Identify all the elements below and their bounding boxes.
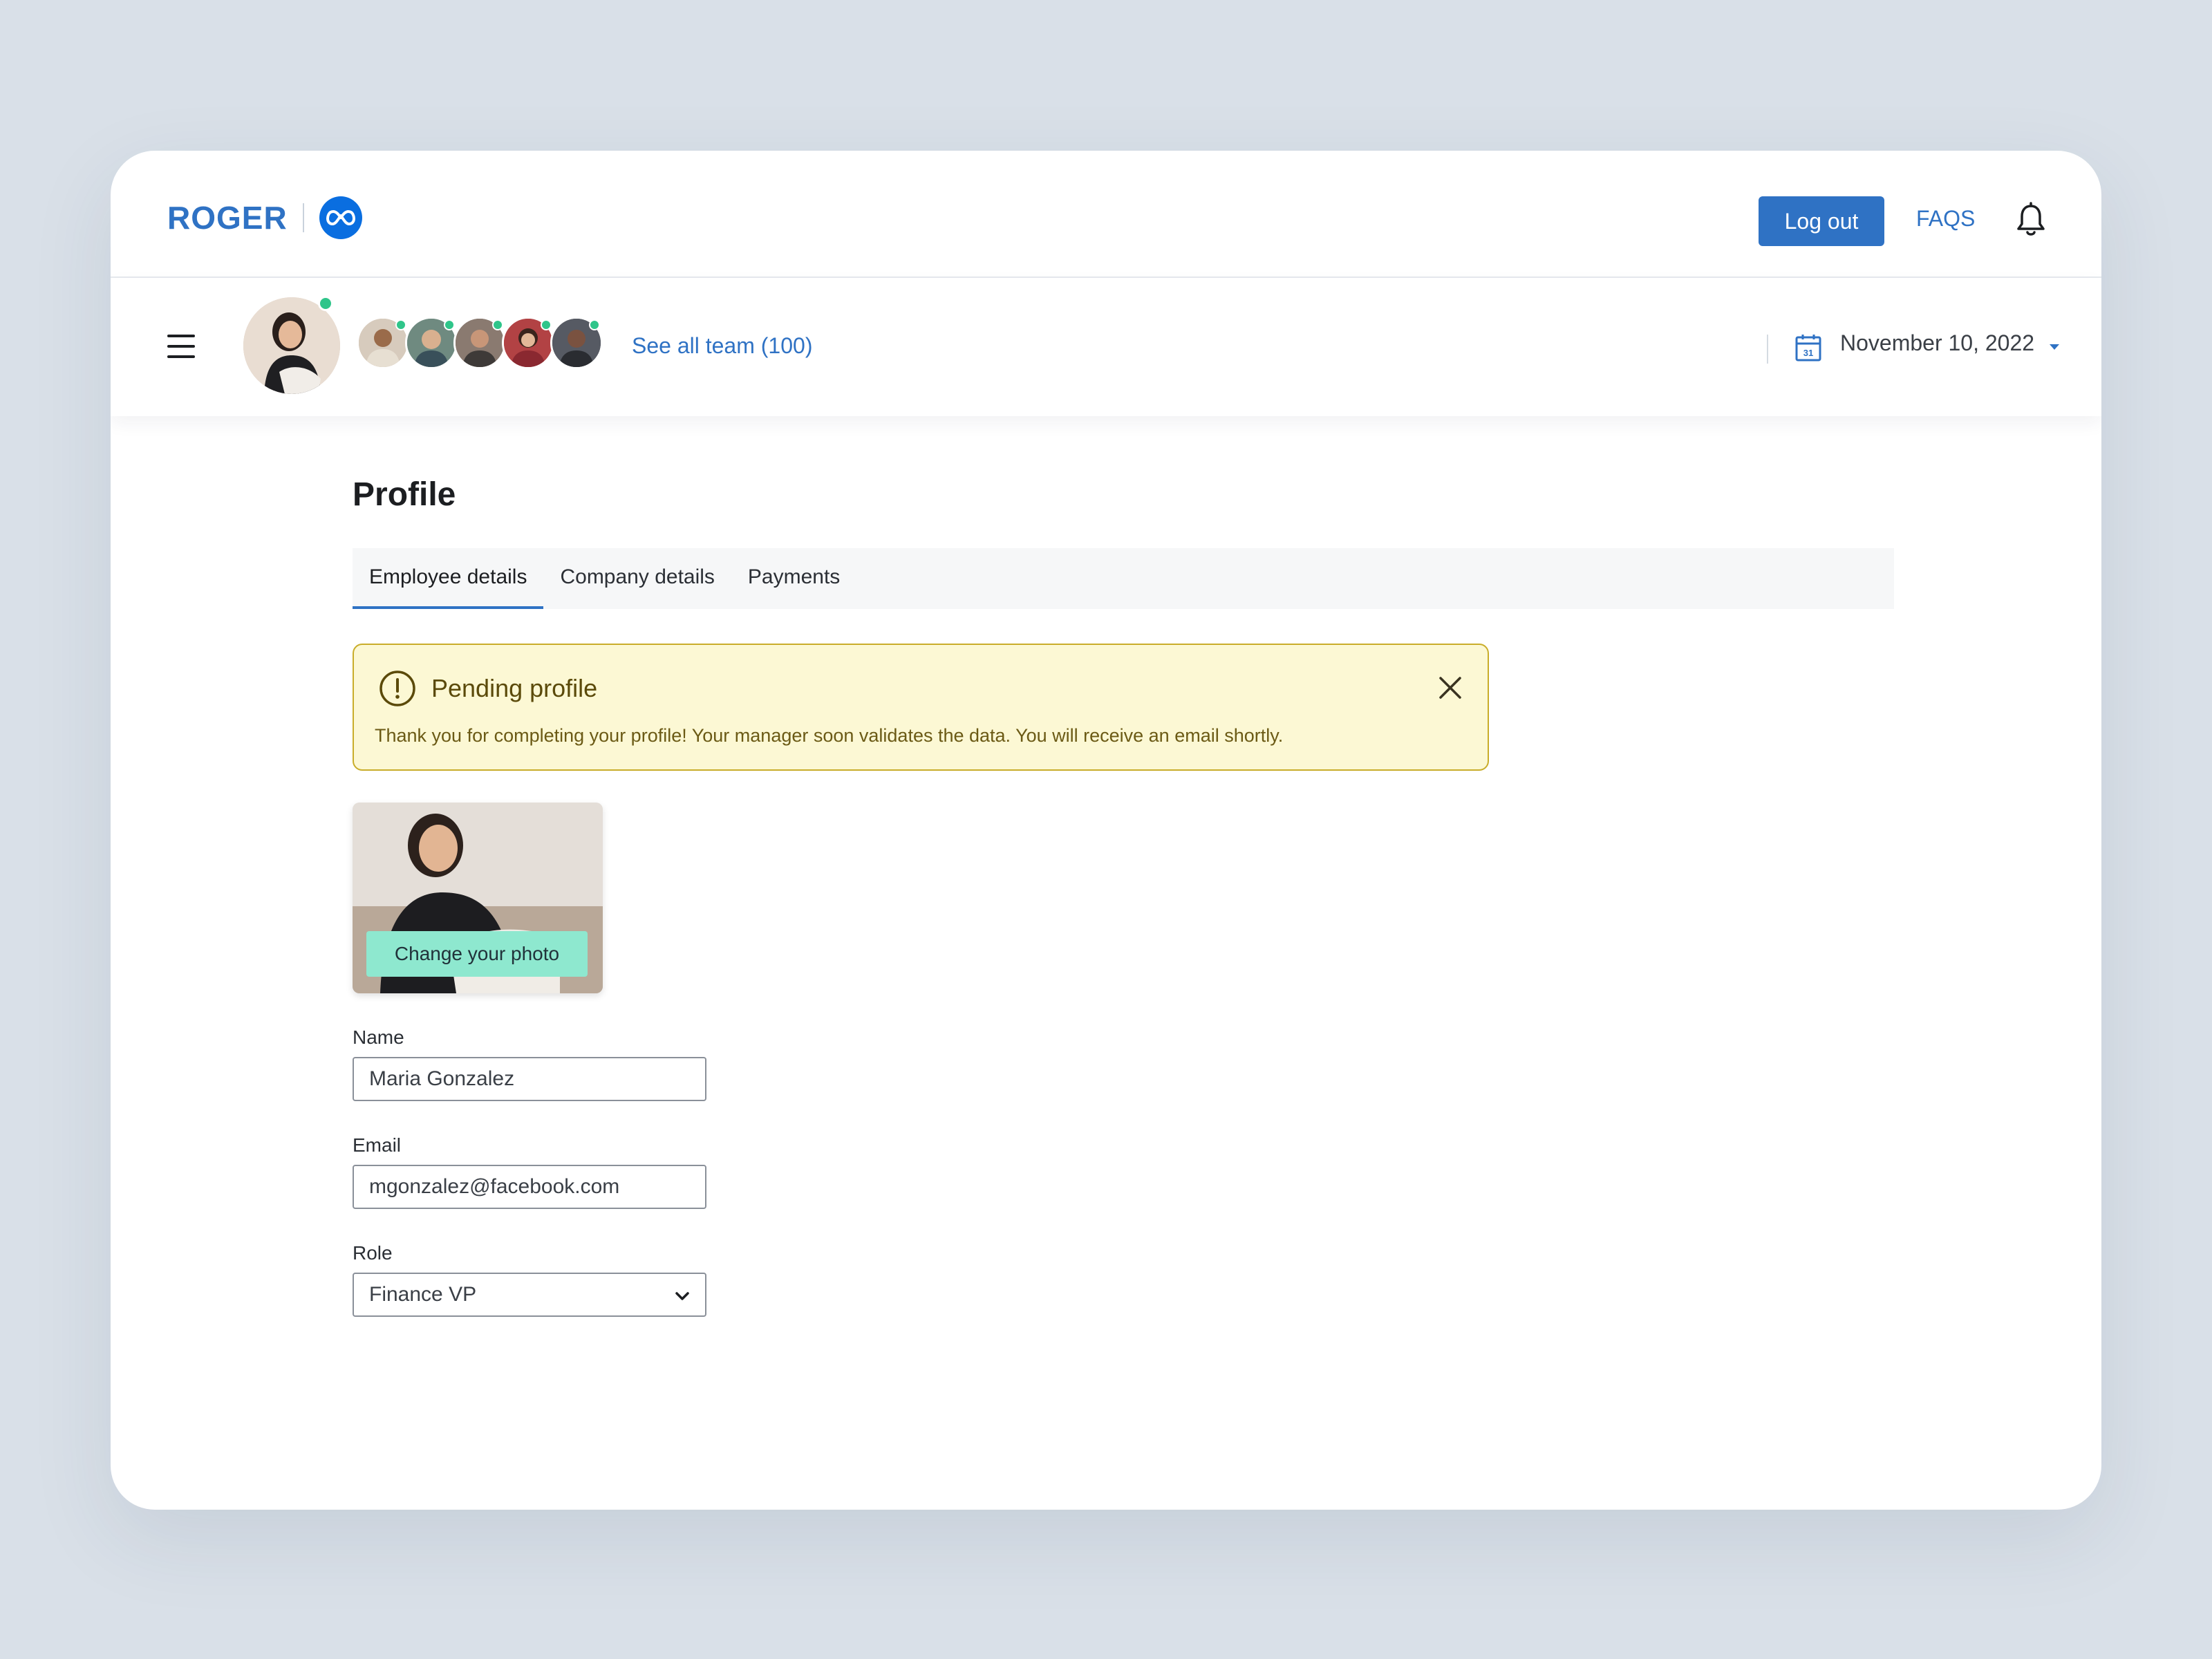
close-icon[interactable] <box>1438 675 1463 700</box>
online-status-dot <box>395 319 406 330</box>
alert-message: Thank you for completing your profile! Y… <box>375 725 1284 746</box>
svg-text:31: 31 <box>1803 348 1813 358</box>
current-user-avatar[interactable] <box>243 297 340 394</box>
email-input[interactable] <box>353 1165 706 1209</box>
name-label: Name <box>353 1027 404 1048</box>
date-divider <box>1767 335 1768 364</box>
role-field-group: Role Finance VP <box>353 1242 1894 1317</box>
pending-profile-alert: Pending profile Thank you for completing… <box>353 644 1489 771</box>
chevron-down-icon <box>675 1283 690 1306</box>
name-input[interactable] <box>353 1057 706 1101</box>
profile-photo: Change your photo <box>353 803 603 993</box>
role-label: Role <box>353 1242 393 1264</box>
brand-divider <box>302 203 304 232</box>
caret-down-icon[interactable] <box>2049 341 2060 350</box>
brand-name: ROGER <box>167 200 288 236</box>
bell-icon[interactable] <box>2013 200 2049 239</box>
email-label: Email <box>353 1134 402 1156</box>
meta-logo-icon <box>319 196 362 239</box>
online-status-dot <box>492 319 503 330</box>
profile-content: Profile Employee details Company details… <box>353 476 1894 1317</box>
calendar-icon[interactable]: 31 <box>1794 333 1822 362</box>
tab-employee-details[interactable]: Employee details <box>353 548 544 609</box>
tab-company-details[interactable]: Company details <box>543 548 731 609</box>
role-select[interactable]: Finance VP <box>353 1273 706 1317</box>
logout-button[interactable]: Log out <box>1759 196 1884 246</box>
hamburger-menu-icon[interactable] <box>167 335 195 358</box>
alert-title: Pending profile <box>431 674 598 702</box>
app-window: ROGER Log out FAQS See all team (100) 31… <box>111 151 2101 1510</box>
online-status-dot <box>541 319 552 330</box>
online-status-dot <box>589 319 600 330</box>
name-field-group: Name <box>353 1027 1894 1101</box>
page-title: Profile <box>353 476 456 513</box>
change-photo-button[interactable]: Change your photo <box>366 931 588 977</box>
online-status-dot <box>444 319 455 330</box>
date-picker[interactable]: November 10, 2022 <box>1840 330 2034 356</box>
role-selected-value: Finance VP <box>369 1283 477 1306</box>
see-all-team-link[interactable]: See all team (100) <box>632 333 812 359</box>
brand[interactable]: ROGER <box>167 196 362 239</box>
faqs-link[interactable]: FAQS <box>1916 206 1975 232</box>
tab-payments[interactable]: Payments <box>731 548 856 609</box>
profile-tabs: Employee details Company details Payment… <box>353 548 1894 609</box>
top-bar: ROGER Log out FAQS <box>111 151 2101 278</box>
email-field-group: Email <box>353 1134 1894 1209</box>
online-status-dot <box>318 296 333 311</box>
warning-icon <box>379 670 416 707</box>
team-bar: See all team (100) 31 November 10, 2022 <box>111 278 2101 416</box>
